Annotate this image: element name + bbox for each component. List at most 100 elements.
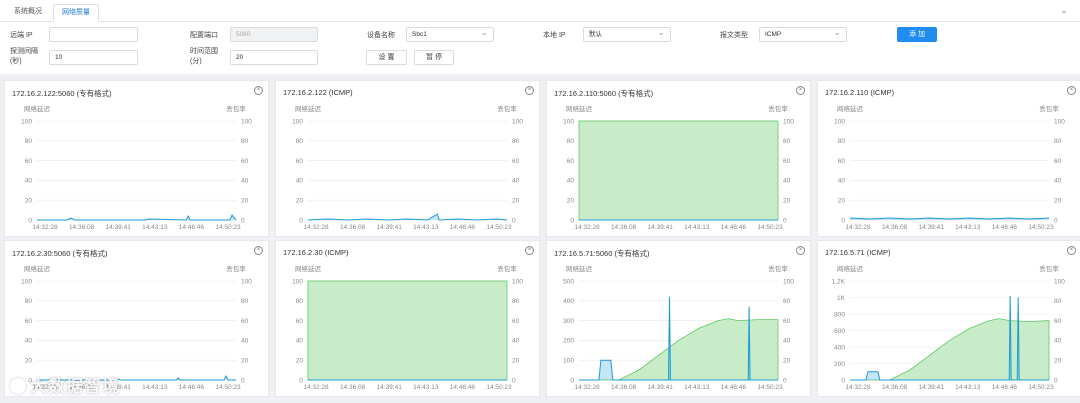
y-tick-label: 80: [567, 138, 575, 145]
right-axis-label: 丢包率: [497, 104, 517, 113]
message-type-label: 报文类型: [720, 32, 748, 39]
y2-tick-label: 40: [1054, 338, 1062, 345]
add-button[interactable]: 添 加: [897, 27, 937, 42]
latency-area: [37, 215, 236, 220]
y-tick-label: 40: [25, 338, 33, 345]
time-range-input[interactable]: 20: [230, 50, 318, 65]
y-tick-label: 100: [292, 278, 303, 285]
y-tick-label: 500: [563, 278, 574, 285]
x-tick-label: 14:36:08: [611, 224, 637, 231]
pause-button[interactable]: 暂 停: [414, 50, 454, 65]
y-tick-label: 20: [296, 198, 304, 205]
y2-tick-label: 40: [1054, 178, 1062, 185]
x-tick-label: 14:50:23: [757, 384, 783, 391]
chart-svg: 网络延迟 丢包率10080604020010080604020014:32:28 1…: [292, 104, 523, 231]
y2-tick-label: 0: [1054, 217, 1058, 224]
right-axis-label: 丢包率: [768, 104, 788, 113]
x-tick-label: 14:46:46: [721, 224, 747, 231]
y2-tick-label: 20: [783, 358, 791, 365]
y2-tick-label: 80: [512, 298, 520, 305]
y2-tick-label: 0: [1054, 377, 1058, 384]
left-axis-label: 网络延迟: [837, 104, 864, 113]
x-tick-label: 14:36:08: [69, 224, 95, 231]
y-tick-label: 200: [834, 361, 845, 368]
y-tick-label: 100: [292, 118, 303, 125]
x-tick-label: 14:32:28: [574, 224, 600, 231]
y-tick-label: 800: [834, 311, 845, 318]
y2-tick-label: 100: [1054, 278, 1065, 285]
right-axis-label: 丢包率: [226, 264, 246, 273]
device-name-select[interactable]: Sbc1: [406, 26, 494, 42]
y-tick-label: 20: [567, 198, 575, 205]
left-axis-label: 网络延迟: [24, 104, 51, 113]
x-tick-label: 14:50:23: [215, 384, 241, 391]
x-tick-label: 14:32:28: [574, 384, 600, 391]
y2-tick-label: 60: [1054, 158, 1062, 165]
y2-tick-label: 80: [1054, 298, 1062, 305]
chart-svg: 网络延迟 丢包率10080604020010080604020014:32:28 1…: [563, 104, 794, 231]
x-tick-label: 14:50:23: [757, 224, 783, 231]
x-tick-label: 14:39:41: [106, 224, 132, 231]
x-tick-label: 14:39:41: [919, 224, 945, 231]
y-tick-label: 40: [296, 338, 304, 345]
chart-svg: 网络延迟 丢包率1.2K1K800600400200010080604020014…: [832, 264, 1066, 391]
chart-card: 172.16.2.122 (ICMP) × 网络延迟 丢包率 100 80 60 40 20 0 1…: [275, 80, 540, 237]
y2-tick-label: 80: [1054, 138, 1062, 145]
y2-tick-label: 80: [512, 138, 520, 145]
tab-system-overview[interactable]: 系统概况: [6, 4, 50, 22]
y2-tick-label: 60: [512, 158, 520, 165]
y-tick-label: 100: [563, 358, 574, 365]
y2-tick-label: 40: [783, 178, 791, 185]
y-tick-label: 40: [25, 178, 33, 185]
x-tick-label: 14:50:23: [486, 384, 512, 391]
y2-tick-label: 20: [783, 198, 791, 205]
y2-tick-label: 80: [783, 298, 791, 305]
x-tick-label: 14:39:41: [377, 384, 403, 391]
remote-ip-input[interactable]: [49, 27, 138, 42]
y-tick-label: 60: [296, 158, 304, 165]
latency-line: [849, 217, 1050, 220]
x-tick-label: 14:46:46: [450, 224, 476, 231]
x-tick-label: 14:50:23: [215, 224, 241, 231]
x-tick-label: 14:46:46: [450, 384, 476, 391]
local-ip-select[interactable]: 默认: [583, 26, 671, 42]
x-tick-label: 14:43:13: [684, 384, 710, 391]
x-tick-label: 14:43:13: [955, 224, 981, 231]
x-tick-label: 14:36:08: [611, 384, 637, 391]
probe-interval-input[interactable]: 10: [49, 50, 138, 65]
left-axis-label: 网络延迟: [295, 104, 322, 113]
left-axis-label: 网络延迟: [837, 264, 864, 273]
remote-ip-label: 远端 IP: [10, 32, 33, 39]
tab-network-quality[interactable]: 网络质量: [53, 4, 99, 22]
probe-interval-label: 探测间隔: [10, 48, 38, 55]
x-tick-label: 14:36:08: [882, 384, 908, 391]
latency-line: [37, 214, 237, 221]
loss-area: [578, 120, 779, 221]
y2-tick-label: 60: [512, 318, 520, 325]
chart-svg: 网络延迟 丢包率500400300200100010080604020014:32…: [563, 264, 794, 391]
y-tick-label: 40: [296, 178, 304, 185]
right-axis-label: 丢包率: [226, 104, 246, 113]
right-axis-label: 丢包率: [1039, 104, 1059, 113]
y2-tick-label: 20: [512, 358, 520, 365]
x-tick-label: 14:46:46: [992, 224, 1018, 231]
y-tick-label: 80: [25, 298, 33, 305]
right-axis-label: 丢包率: [1039, 264, 1059, 273]
config-port-input: 5060: [230, 27, 318, 42]
chevron-down-icon[interactable]: ⌄: [1058, 4, 1070, 16]
y-tick-label: 60: [567, 158, 575, 165]
y-tick-label: 20: [296, 358, 304, 365]
message-type-select[interactable]: ICMP: [759, 26, 847, 42]
set-button[interactable]: 设 置: [366, 50, 407, 65]
chart-card: 172.16.2.110:5060 (专有格式) × 网络延迟 丢包率 100 80 60 4…: [546, 80, 811, 237]
x-tick-label: 14:32:28: [303, 384, 329, 391]
config-port-label: 配置端口: [190, 32, 218, 39]
x-tick-label: 14:32:28: [845, 384, 871, 391]
y2-tick-label: 60: [241, 158, 249, 165]
tab-bar: 系统概况 网络质量 ⌄: [0, 0, 1080, 22]
x-tick-label: 14:32:28: [845, 224, 871, 231]
chart-svg: 网络延迟 丢包率10080604020010080604020014:32:28 1…: [21, 104, 252, 231]
device-name-label: 设备名称: [367, 32, 395, 39]
y-tick-label: 60: [838, 158, 846, 165]
left-axis-label: 网络延迟: [295, 264, 322, 273]
